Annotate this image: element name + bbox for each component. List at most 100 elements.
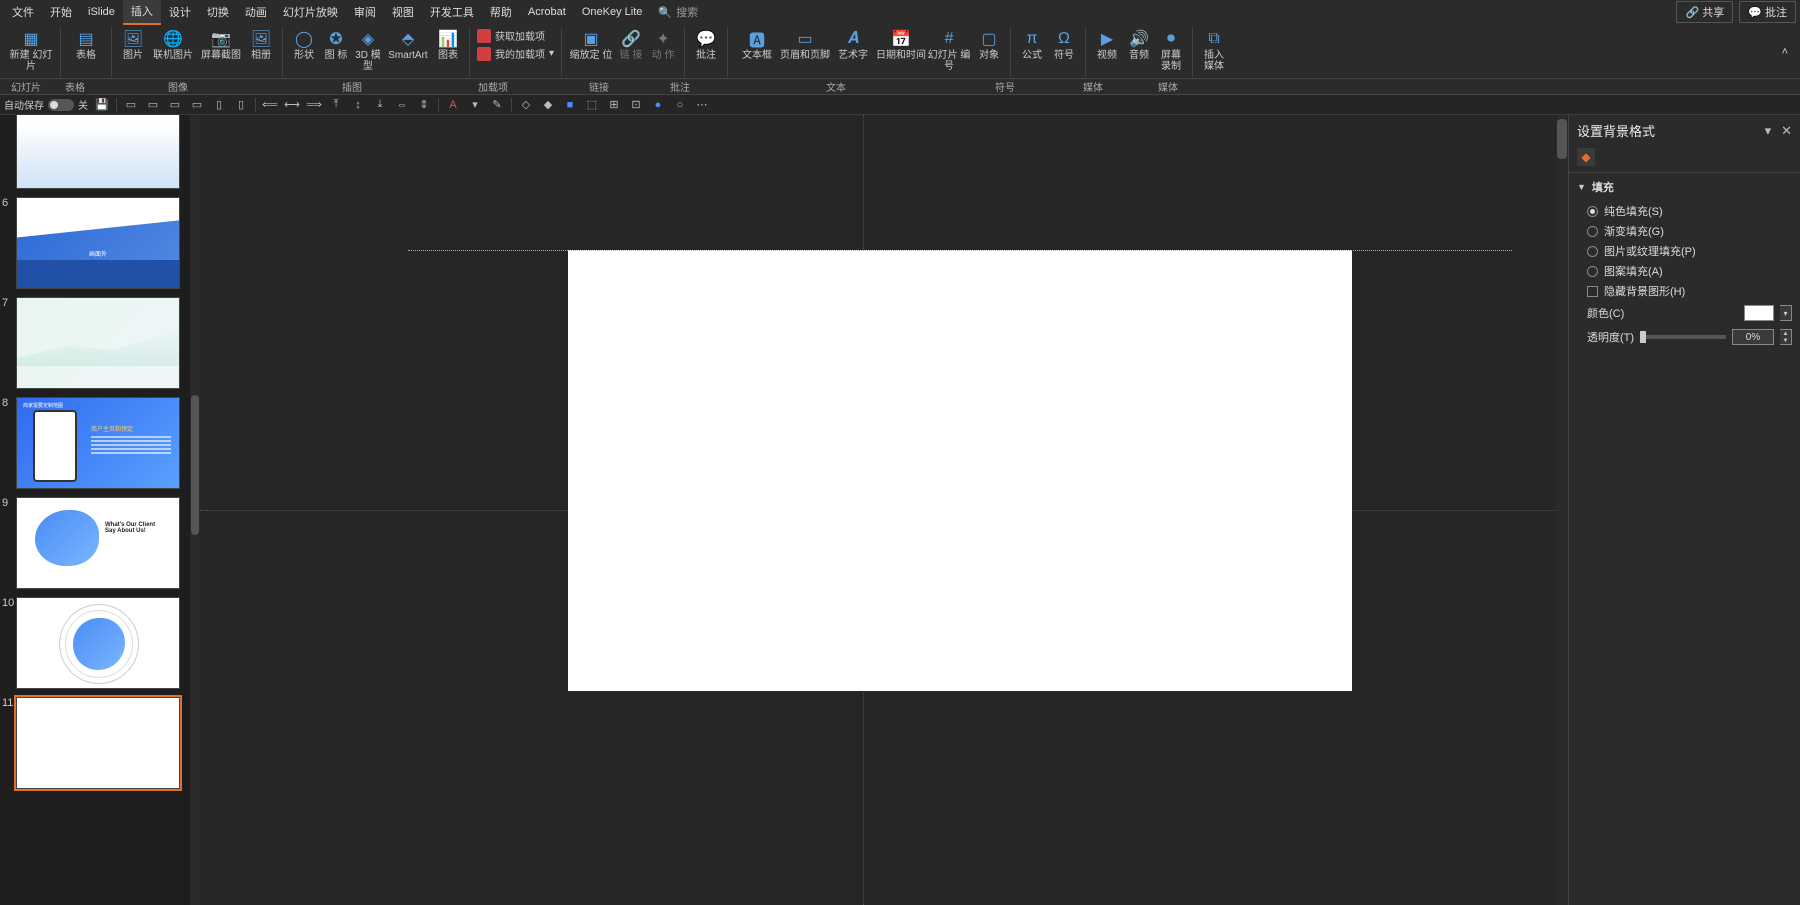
thumb-11[interactable]: 11: [0, 695, 200, 795]
color-dropdown-icon[interactable]: ▾: [1780, 305, 1792, 321]
qat-misc-4[interactable]: ⬚: [584, 97, 600, 113]
symbol-button[interactable]: Ω符号: [1050, 26, 1078, 61]
qat-btn-2[interactable]: ▭: [145, 97, 161, 113]
new-slide-button[interactable]: ▦新建 幻灯片: [9, 26, 53, 72]
menu-devtools[interactable]: 开发工具: [422, 0, 482, 24]
smartart-button[interactable]: ⬘SmartArt: [386, 26, 430, 61]
qat-btn-3[interactable]: ▭: [167, 97, 183, 113]
online-picture-button[interactable]: 🌐联机图片: [151, 26, 195, 61]
distribute-v-icon[interactable]: ⇕: [416, 97, 432, 113]
headerfooter-button[interactable]: ▭页眉和页脚: [783, 26, 827, 61]
transparency-value[interactable]: 0%: [1732, 329, 1774, 345]
thumb-7[interactable]: 7: [0, 295, 200, 395]
thumb-8[interactable]: 8 商家需要定制地图 商户主页和预定: [0, 395, 200, 495]
shapes-button[interactable]: ◯形状: [290, 26, 318, 61]
qat-btn-4[interactable]: ▭: [189, 97, 205, 113]
comments-button[interactable]: 💬 批注: [1739, 1, 1796, 23]
hide-bg-option[interactable]: 隐藏背景图形(H): [1577, 281, 1792, 301]
autosave-toggle[interactable]: 自动保存 关: [4, 97, 88, 112]
qat-misc-7[interactable]: ●: [650, 97, 666, 113]
qat-btn-6[interactable]: ▯: [233, 97, 249, 113]
screenshot-button[interactable]: 📷屏幕截图: [199, 26, 243, 61]
qat-misc-2[interactable]: ◆: [540, 97, 556, 113]
slidenumber-button[interactable]: #幻灯片 编号: [927, 26, 971, 72]
solid-fill-option[interactable]: 纯色填充(S): [1577, 201, 1792, 221]
chart-button[interactable]: 📊图表: [434, 26, 462, 61]
fill-section-header[interactable]: ▼ 填充: [1577, 179, 1792, 195]
slide-canvas[interactable]: [568, 250, 1352, 691]
align-middle-icon[interactable]: ↕: [350, 97, 366, 113]
icons-button[interactable]: ✪图 标: [322, 26, 350, 61]
link-button[interactable]: 🔗链 接: [617, 26, 645, 61]
equation-button[interactable]: π公式: [1018, 26, 1046, 61]
align-center-icon[interactable]: ⟷: [284, 97, 300, 113]
video-button[interactable]: ▶视频: [1093, 26, 1121, 61]
highlight-icon[interactable]: ▾: [467, 97, 483, 113]
zoom-button[interactable]: ▣缩放定 位: [569, 26, 613, 61]
pattern-fill-option[interactable]: 图案填充(A): [1577, 261, 1792, 281]
panel-close-icon[interactable]: ✕: [1781, 123, 1792, 139]
menu-design[interactable]: 设计: [161, 0, 199, 24]
search-box[interactable]: 🔍 搜索: [658, 4, 698, 20]
insert-media-button[interactable]: ⧉插入 媒体: [1200, 26, 1228, 72]
3dmodel-button[interactable]: ◈3D 模型: [354, 26, 382, 72]
thumbnail-scrollbar[interactable]: [190, 115, 200, 905]
picture-button[interactable]: 🖼图片: [119, 26, 147, 61]
scrollbar-handle[interactable]: [191, 395, 199, 535]
gradient-fill-option[interactable]: 渐变填充(G): [1577, 221, 1792, 241]
picture-fill-option[interactable]: 图片或纹理填充(P): [1577, 241, 1792, 261]
spinner-up-icon[interactable]: ▲: [1780, 330, 1791, 337]
menu-islide[interactable]: iSlide: [80, 2, 123, 22]
menu-acrobat[interactable]: Acrobat: [520, 2, 574, 22]
align-top-icon[interactable]: ⤒: [328, 97, 344, 113]
qat-more-icon[interactable]: ⋯: [694, 97, 710, 113]
comment-button[interactable]: 💬批注: [692, 26, 720, 61]
object-button[interactable]: ▢对象: [975, 26, 1003, 61]
table-button[interactable]: ▤表格: [68, 26, 104, 61]
transparency-slider[interactable]: [1640, 335, 1726, 339]
datetime-button[interactable]: 📅日期和时间: [879, 26, 923, 61]
canvas-scrollbar[interactable]: [1556, 115, 1568, 905]
audio-button[interactable]: 🔊音频: [1125, 26, 1153, 61]
align-right-icon[interactable]: ⟹: [306, 97, 322, 113]
ribbon-collapse[interactable]: ˄: [1782, 26, 1794, 78]
thumb-6[interactable]: 6 画面外 画面内: [0, 195, 200, 295]
menu-transitions[interactable]: 切换: [199, 0, 237, 24]
font-color-icon[interactable]: A: [445, 97, 461, 113]
menu-review[interactable]: 审阅: [346, 0, 384, 24]
qat-misc-5[interactable]: ⊞: [606, 97, 622, 113]
action-button[interactable]: ✦动 作: [649, 26, 677, 61]
get-addins-button[interactable]: 获取加载项: [477, 28, 554, 43]
wordart-button[interactable]: 𝑨艺术字: [831, 26, 875, 61]
my-addins-button[interactable]: 我的加载项 ▾: [477, 46, 554, 61]
transparency-spinner[interactable]: ▲▼: [1780, 329, 1792, 345]
menu-slideshow[interactable]: 幻灯片放映: [275, 0, 346, 24]
album-button[interactable]: 🖼相册: [247, 26, 275, 61]
save-icon[interactable]: 💾: [94, 97, 110, 113]
align-bottom-icon[interactable]: ⤓: [372, 97, 388, 113]
color-swatch[interactable]: [1744, 305, 1774, 321]
screenrec-button[interactable]: ⏺屏幕 录制: [1157, 26, 1185, 72]
qat-btn-1[interactable]: ▭: [123, 97, 139, 113]
distribute-h-icon[interactable]: ⇔: [394, 97, 410, 113]
spinner-down-icon[interactable]: ▼: [1780, 337, 1791, 344]
qat-misc-6[interactable]: ⊡: [628, 97, 644, 113]
menu-animations[interactable]: 动画: [237, 0, 275, 24]
thumb-5[interactable]: 5: [0, 115, 200, 195]
thumb-10[interactable]: 10: [0, 595, 200, 695]
menu-onekey[interactable]: OneKey Lite: [574, 2, 651, 22]
panel-menu-icon[interactable]: ▾: [1765, 123, 1772, 139]
menu-insert[interactable]: 插入: [123, 0, 161, 25]
align-left-icon[interactable]: ⟸: [262, 97, 278, 113]
slider-knob[interactable]: [1640, 331, 1646, 343]
qat-misc-3[interactable]: ■: [562, 97, 578, 113]
menu-file[interactable]: 文件: [4, 0, 42, 24]
textbox-button[interactable]: 🅰文本框: [735, 26, 779, 61]
qat-btn-5[interactable]: ▯: [211, 97, 227, 113]
qat-misc-1[interactable]: ◇: [518, 97, 534, 113]
canvas-scrollbar-handle[interactable]: [1557, 119, 1567, 159]
menu-view[interactable]: 视图: [384, 0, 422, 24]
eyedropper-icon[interactable]: ✎: [489, 97, 505, 113]
share-button[interactable]: 🔗 共享: [1676, 1, 1733, 23]
qat-misc-8[interactable]: ○: [672, 97, 688, 113]
